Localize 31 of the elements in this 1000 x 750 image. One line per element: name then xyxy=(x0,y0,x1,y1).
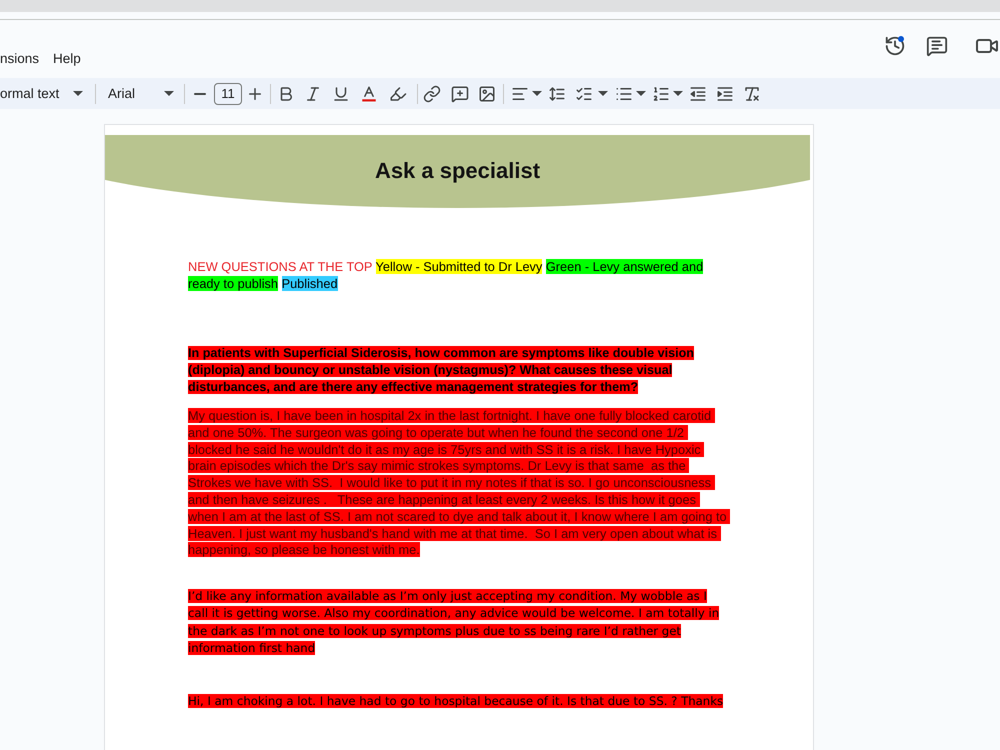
caret-icon xyxy=(673,91,683,96)
question-text: My question is, I have been in hospital 2x in the last fortnight. I have one fully blocked carotid and one 50%. The surgeon was going to operate but when he found the second one 1/2 blocked he said he wouldn't do it as my age is 75yrs and with SS it is a risk. I have Hypoxic brain episodes which the Dr's say mimic strokes symptoms. Dr Levy is that same as the Strokes we have with SS. I would like to put it in my notes if that is so. I go unconsciousness and then have seizures . These are happening at least every 2 weeks. Is this how it goes when I am at the last of SS. I am not scared to dye and talk about it, I know where I am going to Heaven. I just want my husband's hand with me at that time. So I am very open about what is happening, so please be honest with me. xyxy=(188,408,728,560)
comment-icon xyxy=(926,35,948,57)
menu-item[interactable]: nsions xyxy=(0,47,46,70)
numbered-list-icon xyxy=(652,84,670,102)
question-text: Hi, I am choking a lot. I have had to go to hospital because of it. Is that due to SS. ? Thanks xyxy=(188,693,724,710)
paragraph-style-dropdown[interactable]: ormal text xyxy=(0,80,88,108)
menu-item[interactable]: Help xyxy=(46,47,88,70)
banner-title: Ask a specialist xyxy=(374,157,540,185)
underline-icon xyxy=(332,84,350,102)
decrease-indent-icon xyxy=(689,84,707,102)
link-icon xyxy=(423,84,441,102)
caret-icon xyxy=(532,91,542,96)
image-icon xyxy=(478,84,496,102)
line-spacing-icon xyxy=(548,84,566,102)
italic-icon xyxy=(304,84,322,102)
highlighter-icon xyxy=(389,84,407,102)
history-icon xyxy=(884,35,906,57)
question-text: I’d like any information available as I’m only just accepting my condition. My wobble as I call it is getting worse. Also my coordination, any advice would be welcome. I am totally in the dark as I’m not one to look up symptoms plus due to ss being rare I’d rather get information first hand xyxy=(188,588,720,658)
minus-icon xyxy=(194,92,206,94)
text-color-icon xyxy=(360,84,378,102)
caret-icon xyxy=(636,91,646,96)
font-dropdown[interactable]: Arial xyxy=(102,80,176,108)
question-text: In patients with Superficial Siderosis, how common are symptoms like double vision (diplopia) and bouncy or unstable vision (nystagmus)? What causes these visual disturbances, and are there any effective management strategies for them? xyxy=(188,345,695,396)
font-size-field[interactable]: 11 xyxy=(214,82,242,104)
caret-icon xyxy=(598,91,608,96)
add-comment-icon xyxy=(451,84,469,102)
clear-formatting-icon xyxy=(743,84,761,102)
caret-icon xyxy=(73,91,83,96)
increase-indent-icon xyxy=(716,84,734,102)
caret-icon xyxy=(164,91,174,96)
